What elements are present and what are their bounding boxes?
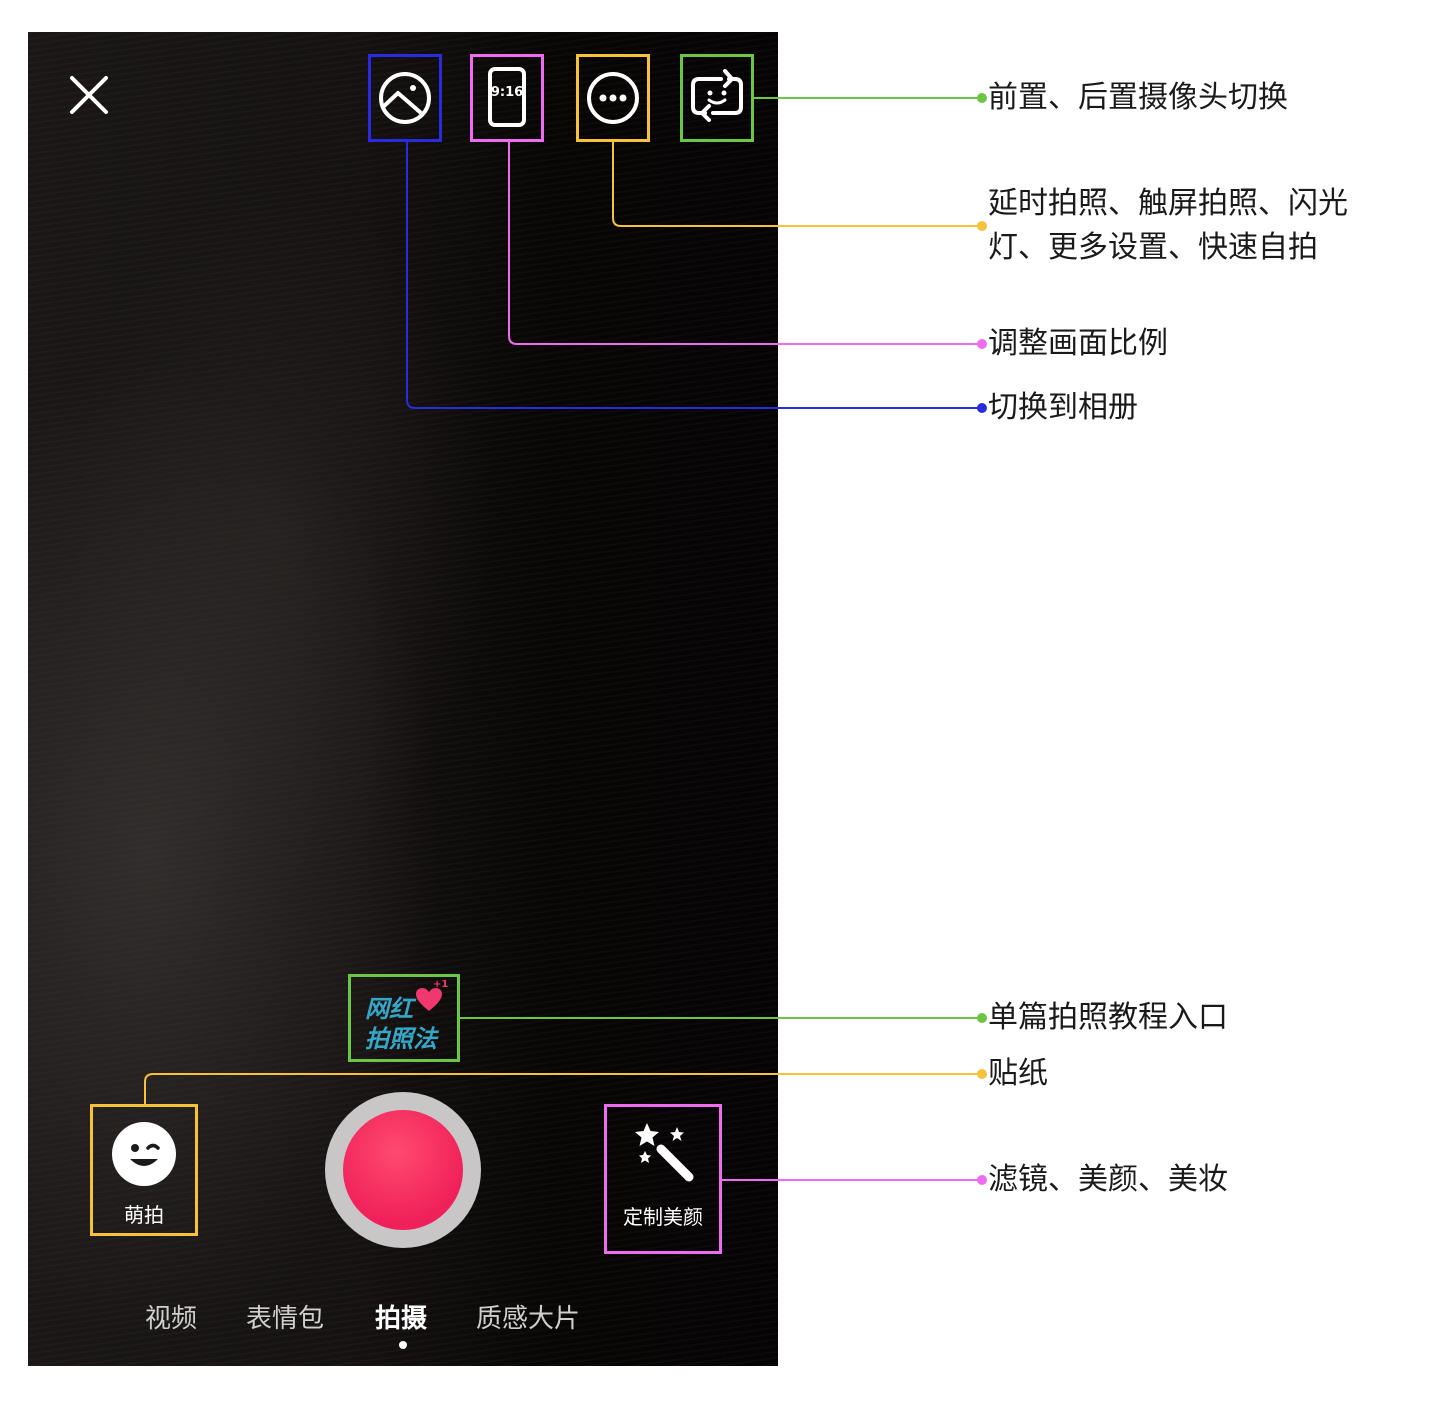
close-button[interactable] bbox=[68, 74, 110, 116]
tutorial-entry-button[interactable]: 网红 拍照法 +1 bbox=[348, 974, 460, 1062]
mode-tabs: 视频 表情包 拍摄 质感大片 bbox=[28, 1298, 778, 1338]
close-icon bbox=[70, 76, 108, 114]
annotation-aspect-ratio: 调整画面比例 bbox=[988, 326, 1168, 361]
shutter-inner bbox=[343, 1110, 463, 1230]
aspect-ratio-label: 9:16 bbox=[490, 85, 524, 100]
beauty-button-label: 定制美颜 bbox=[623, 1205, 703, 1229]
tutorial-badge: +1 bbox=[433, 979, 449, 990]
active-tab-indicator bbox=[399, 1341, 407, 1349]
album-button[interactable] bbox=[368, 54, 442, 142]
annotation-more-settings-line1: 延时拍照、触屏拍照、闪光 bbox=[988, 186, 1348, 221]
heart-icon bbox=[416, 988, 442, 1011]
more-dots-icon bbox=[587, 72, 639, 124]
annotation-beauty: 滤镜、美颜、美妆 bbox=[988, 1162, 1228, 1197]
annotation-camera-switch: 前置、后置摄像头切换 bbox=[988, 80, 1288, 115]
connector-dot-aspect-ratio bbox=[977, 339, 987, 349]
annotation-tutorial: 单篇拍照教程入口 bbox=[988, 1000, 1228, 1035]
sticker-button[interactable]: 萌拍 bbox=[90, 1104, 198, 1236]
connector-dot-camera-switch bbox=[977, 93, 987, 103]
annotation-album: 切换到相册 bbox=[988, 390, 1138, 425]
aspect-ratio-button[interactable]: 9:16 bbox=[470, 54, 544, 142]
camera-screen: 9:16 网红 拍照法 +1 萌拍 定制美颜 视频 表情包 拍摄 质感大片 bbox=[28, 32, 778, 1366]
sticker-button-label: 萌拍 bbox=[124, 1203, 164, 1227]
image-icon bbox=[379, 72, 431, 124]
connector-dot-album bbox=[977, 403, 987, 413]
camera-flip-icon bbox=[691, 69, 743, 122]
tab-cinematic[interactable]: 质感大片 bbox=[476, 1298, 580, 1335]
annotation-sticker: 贴纸 bbox=[988, 1056, 1048, 1091]
connector-dot-more-settings bbox=[977, 221, 987, 231]
annotation-more-settings-line2: 灯、更多设置、快速自拍 bbox=[988, 230, 1318, 265]
connector-dot-sticker bbox=[977, 1069, 987, 1079]
camera-flip-button[interactable] bbox=[680, 54, 754, 142]
beauty-button[interactable]: 定制美颜 bbox=[604, 1104, 722, 1254]
more-settings-button[interactable] bbox=[576, 54, 650, 142]
connector-dot-beauty bbox=[977, 1175, 987, 1185]
magic-wand-icon bbox=[635, 1123, 694, 1182]
tab-photo[interactable]: 拍摄 bbox=[375, 1298, 427, 1335]
tab-video[interactable]: 视频 bbox=[145, 1298, 197, 1335]
smiley-face-icon bbox=[112, 1122, 176, 1186]
connector-dot-tutorial bbox=[977, 1013, 987, 1023]
shutter-button[interactable] bbox=[325, 1092, 481, 1248]
tutorial-title-line2: 拍照法 bbox=[365, 1025, 437, 1053]
tab-emoji[interactable]: 表情包 bbox=[246, 1298, 324, 1335]
